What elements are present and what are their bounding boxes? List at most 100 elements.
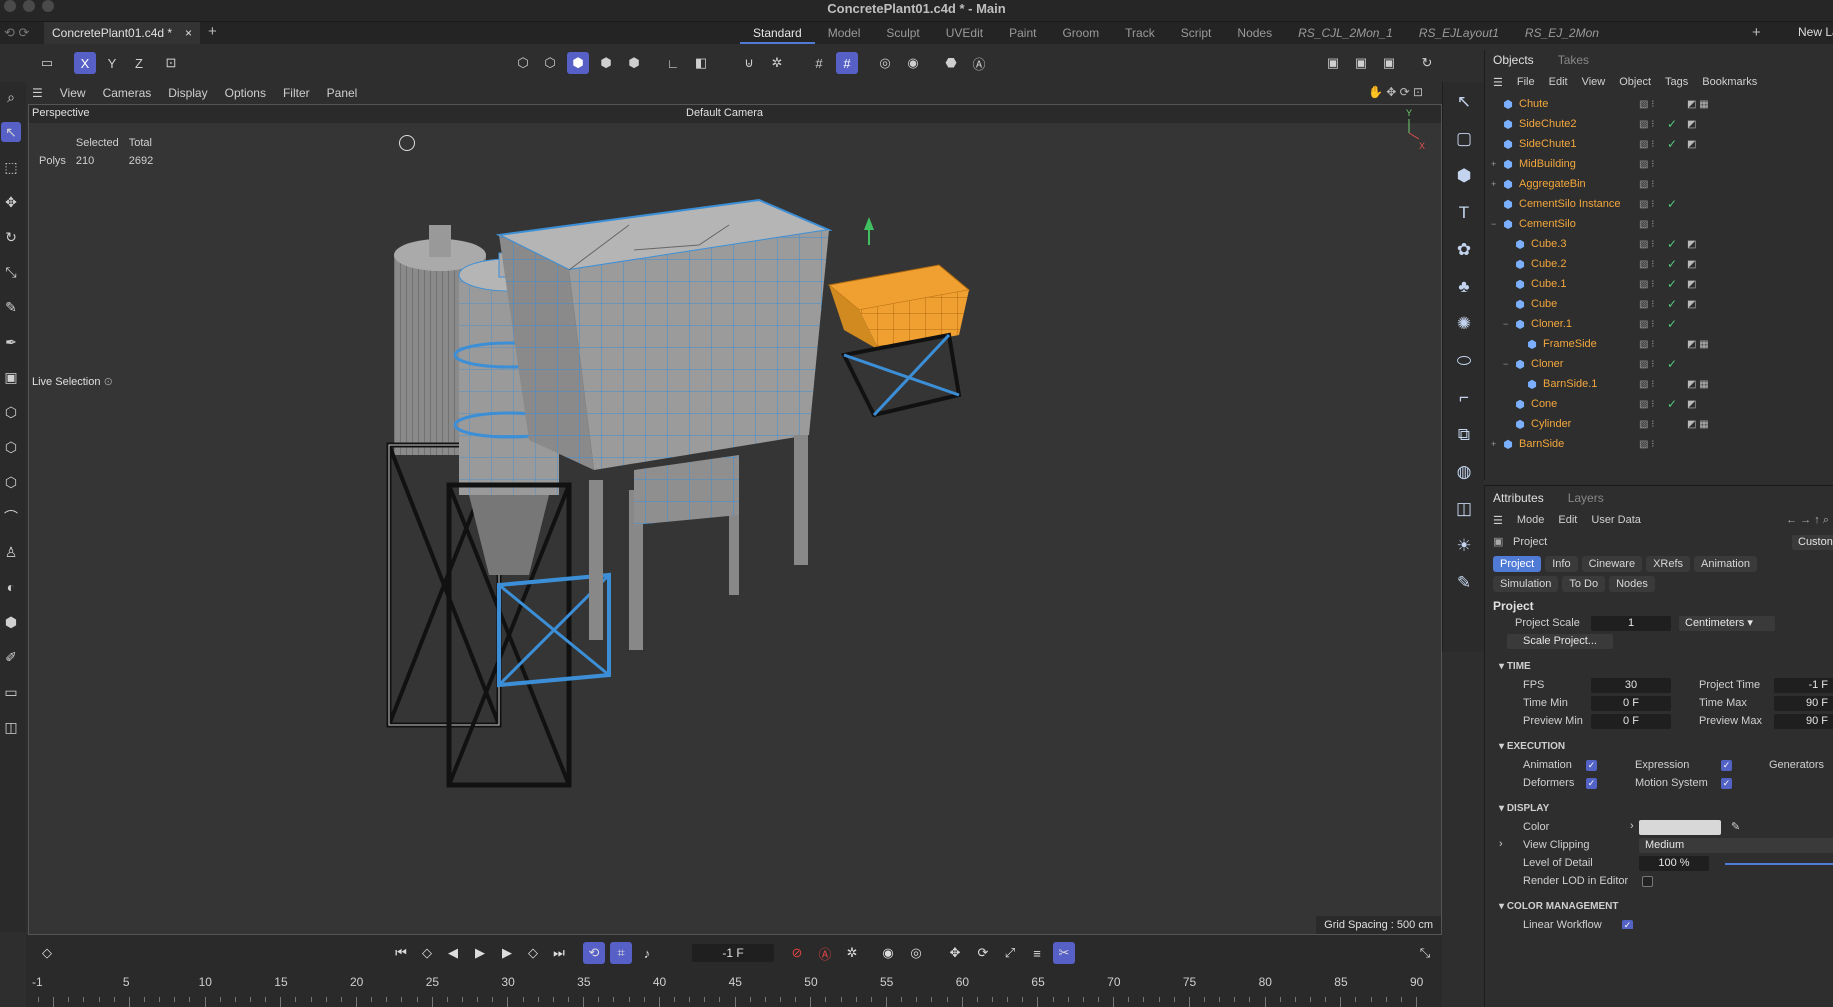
- attributes-menu-edit[interactable]: Edit: [1558, 514, 1577, 526]
- linear-workflow-checkbox[interactable]: ✓: [1622, 920, 1633, 929]
- field-icon[interactable]: ⬭: [1449, 346, 1479, 376]
- record-icon[interactable]: ⊘: [786, 942, 808, 964]
- viewport-navigation-icon[interactable]: ✋ ✥ ⟳ ⊡: [1368, 85, 1423, 99]
- expand-toggle-icon[interactable]: −: [1491, 219, 1501, 229]
- view-clipping-select[interactable]: Medium: [1639, 838, 1833, 853]
- add-tab-button[interactable]: +: [208, 23, 217, 40]
- target-icon[interactable]: ◉: [902, 52, 924, 74]
- project-scale-input[interactable]: 1: [1591, 616, 1671, 631]
- object-row[interactable]: − ⬢ CementSilo ▧ ⁝: [1485, 214, 1833, 234]
- cubes-icon[interactable]: ⬢: [1, 612, 21, 632]
- object-name[interactable]: SideChute1: [1519, 138, 1652, 150]
- object-row[interactable]: ⬢ BarnSide.1 ▧ ⁝ ◩ ▦: [1485, 374, 1833, 394]
- object-row[interactable]: ⬢ FrameSide ▧ ⁝ ◩ ▦: [1485, 334, 1833, 354]
- object-name[interactable]: MidBuilding: [1519, 158, 1652, 170]
- enabled-check-icon[interactable]: ✓: [1667, 317, 1677, 331]
- environment-icon[interactable]: ◍: [1449, 457, 1479, 487]
- text-icon[interactable]: T: [1449, 198, 1479, 228]
- object-row[interactable]: ⬢ CementSilo Instance ▧ ⁝ ✓: [1485, 194, 1833, 214]
- enabled-check-icon[interactable]: ✓: [1667, 237, 1677, 251]
- expand-toggle-icon[interactable]: +: [1491, 179, 1501, 189]
- goto-end-icon[interactable]: ⏭: [548, 942, 570, 964]
- x-axis-toggle[interactable]: X: [74, 52, 96, 74]
- objects-menu-icon[interactable]: ☰: [1493, 76, 1503, 89]
- object-row[interactable]: ⬢ Cylinder ▧ ⁝ ◩ ▦: [1485, 414, 1833, 434]
- rectangle-icon[interactable]: ▣: [1, 367, 21, 387]
- object-tags-icon[interactable]: ◩: [1687, 259, 1696, 270]
- enabled-check-icon[interactable]: ✓: [1667, 357, 1677, 371]
- close-tab-icon[interactable]: ×: [185, 22, 192, 44]
- attr-subtab-simulation[interactable]: Simulation: [1493, 576, 1559, 592]
- brush-icon[interactable]: ✐: [1, 647, 21, 667]
- object-row[interactable]: − ⬢ Cloner.1 ▧ ⁝ ✓: [1485, 314, 1833, 334]
- autoscale-icon[interactable]: ⌗: [610, 942, 632, 964]
- cube-icon[interactable]: ⬡: [1, 402, 21, 422]
- render-region-icon[interactable]: ⬣: [940, 52, 962, 74]
- objects-menu-tags[interactable]: Tags: [1665, 76, 1688, 88]
- object-name[interactable]: BarnSide: [1519, 438, 1652, 450]
- autokey-record-icon[interactable]: Ⓐ: [814, 942, 836, 964]
- deformers-checkbox[interactable]: ✓: [1586, 778, 1597, 789]
- cube-outline-icon[interactable]: ⬡: [1, 437, 21, 457]
- attributes-menu-icon[interactable]: ☰: [1493, 514, 1503, 527]
- enabled-check-icon[interactable]: ✓: [1667, 297, 1677, 311]
- fps-input[interactable]: 30: [1591, 678, 1671, 693]
- object-name[interactable]: BarnSide.1: [1543, 378, 1676, 390]
- tab-attributes[interactable]: Attributes: [1493, 491, 1544, 505]
- keyframe-settings-icon[interactable]: ✲: [841, 942, 863, 964]
- coordinate-system-icon[interactable]: ⊡: [160, 52, 182, 74]
- visibility-flags-icon[interactable]: ▧ ⁝: [1639, 194, 1654, 214]
- custom-mode-button[interactable]: Custon: [1792, 535, 1833, 550]
- object-name[interactable]: FrameSide: [1543, 338, 1676, 350]
- object-row[interactable]: + ⬢ MidBuilding ▧ ⁝: [1485, 154, 1833, 174]
- object-row[interactable]: − ⬢ Cloner ▧ ⁝ ✓: [1485, 354, 1833, 374]
- animation-checkbox[interactable]: ✓: [1586, 760, 1597, 771]
- enabled-check-icon[interactable]: ✓: [1667, 117, 1677, 131]
- move-icon[interactable]: ✥: [1, 192, 21, 212]
- nav-arrows-icon[interactable]: ← → ↑ ⌕: [1786, 514, 1829, 527]
- spline-icon[interactable]: ⌐: [1449, 383, 1479, 413]
- cube-primitive-icon[interactable]: ⬢: [1449, 161, 1479, 191]
- visibility-flags-icon[interactable]: ▧ ⁝: [1639, 414, 1654, 434]
- layout-tab-7[interactable]: Script: [1168, 22, 1225, 44]
- layout-tab-2[interactable]: Sculpt: [873, 22, 932, 44]
- prev-frame-icon[interactable]: ◀: [442, 942, 464, 964]
- render-settings-icon[interactable]: ▣: [1378, 52, 1400, 74]
- selection-filter-icon[interactable]: ↖: [1449, 87, 1479, 117]
- scale-icon[interactable]: ⤡: [1, 262, 21, 282]
- attr-subtab-cineware[interactable]: Cineware: [1581, 556, 1643, 572]
- visibility-flags-icon[interactable]: ▧ ⁝: [1639, 354, 1654, 374]
- viewport-menu-display[interactable]: Display: [168, 86, 207, 100]
- deformer-icon[interactable]: ✺: [1449, 309, 1479, 339]
- attr-subtab-to-do[interactable]: To Do: [1562, 576, 1606, 592]
- grid-icon[interactable]: #: [808, 52, 830, 74]
- spline-pen-icon[interactable]: ✒: [1, 332, 21, 352]
- viewport-menu-cameras[interactable]: Cameras: [103, 86, 152, 100]
- object-row[interactable]: ⬢ Cube.2 ▧ ⁝ ✓ ◩: [1485, 254, 1833, 274]
- prev-key-icon[interactable]: ◇: [416, 942, 438, 964]
- attributes-menu-mode[interactable]: Mode: [1517, 514, 1545, 526]
- next-key-icon[interactable]: ◇: [522, 942, 544, 964]
- expand-toggle-icon[interactable]: +: [1491, 439, 1501, 449]
- layout-tab-0[interactable]: Standard: [740, 22, 815, 44]
- objects-menu-view[interactable]: View: [1582, 76, 1606, 88]
- visibility-flags-icon[interactable]: ▧ ⁝: [1639, 294, 1654, 314]
- color-expand-icon[interactable]: ›: [1630, 820, 1634, 832]
- history-icon[interactable]: ⟲ ⟳: [4, 25, 29, 41]
- object-row[interactable]: ⬢ Cone ▧ ⁝ ✓ ◩: [1485, 394, 1833, 414]
- visibility-flags-icon[interactable]: ▧ ⁝: [1639, 154, 1654, 174]
- object-tags-icon[interactable]: ◩: [1687, 239, 1696, 250]
- visibility-flags-icon[interactable]: ▧ ⁝: [1639, 314, 1654, 334]
- object-name[interactable]: CementSilo Instance: [1519, 198, 1652, 210]
- frame-ruler[interactable]: -1 5 10 15 20 25 30 35 40 45 50 55 60 65 70 75 80 85 90: [32, 975, 1440, 1007]
- edit-icon[interactable]: ✎: [1449, 568, 1479, 598]
- loop-icon[interactable]: ⟲: [583, 942, 605, 964]
- paint-icon[interactable]: ♙: [1, 542, 21, 562]
- visibility-flags-icon[interactable]: ▧ ⁝: [1639, 394, 1654, 414]
- time-section-header[interactable]: ▾ TIME: [1485, 657, 1833, 677]
- layout-tab-3[interactable]: UVEdit: [933, 22, 996, 44]
- attr-subtab-project[interactable]: Project: [1493, 556, 1542, 572]
- magnet-tool-icon[interactable]: ◐: [1, 577, 21, 597]
- layout-tab-5[interactable]: Groom: [1049, 22, 1112, 44]
- eyedropper-icon[interactable]: ✎: [1731, 820, 1740, 833]
